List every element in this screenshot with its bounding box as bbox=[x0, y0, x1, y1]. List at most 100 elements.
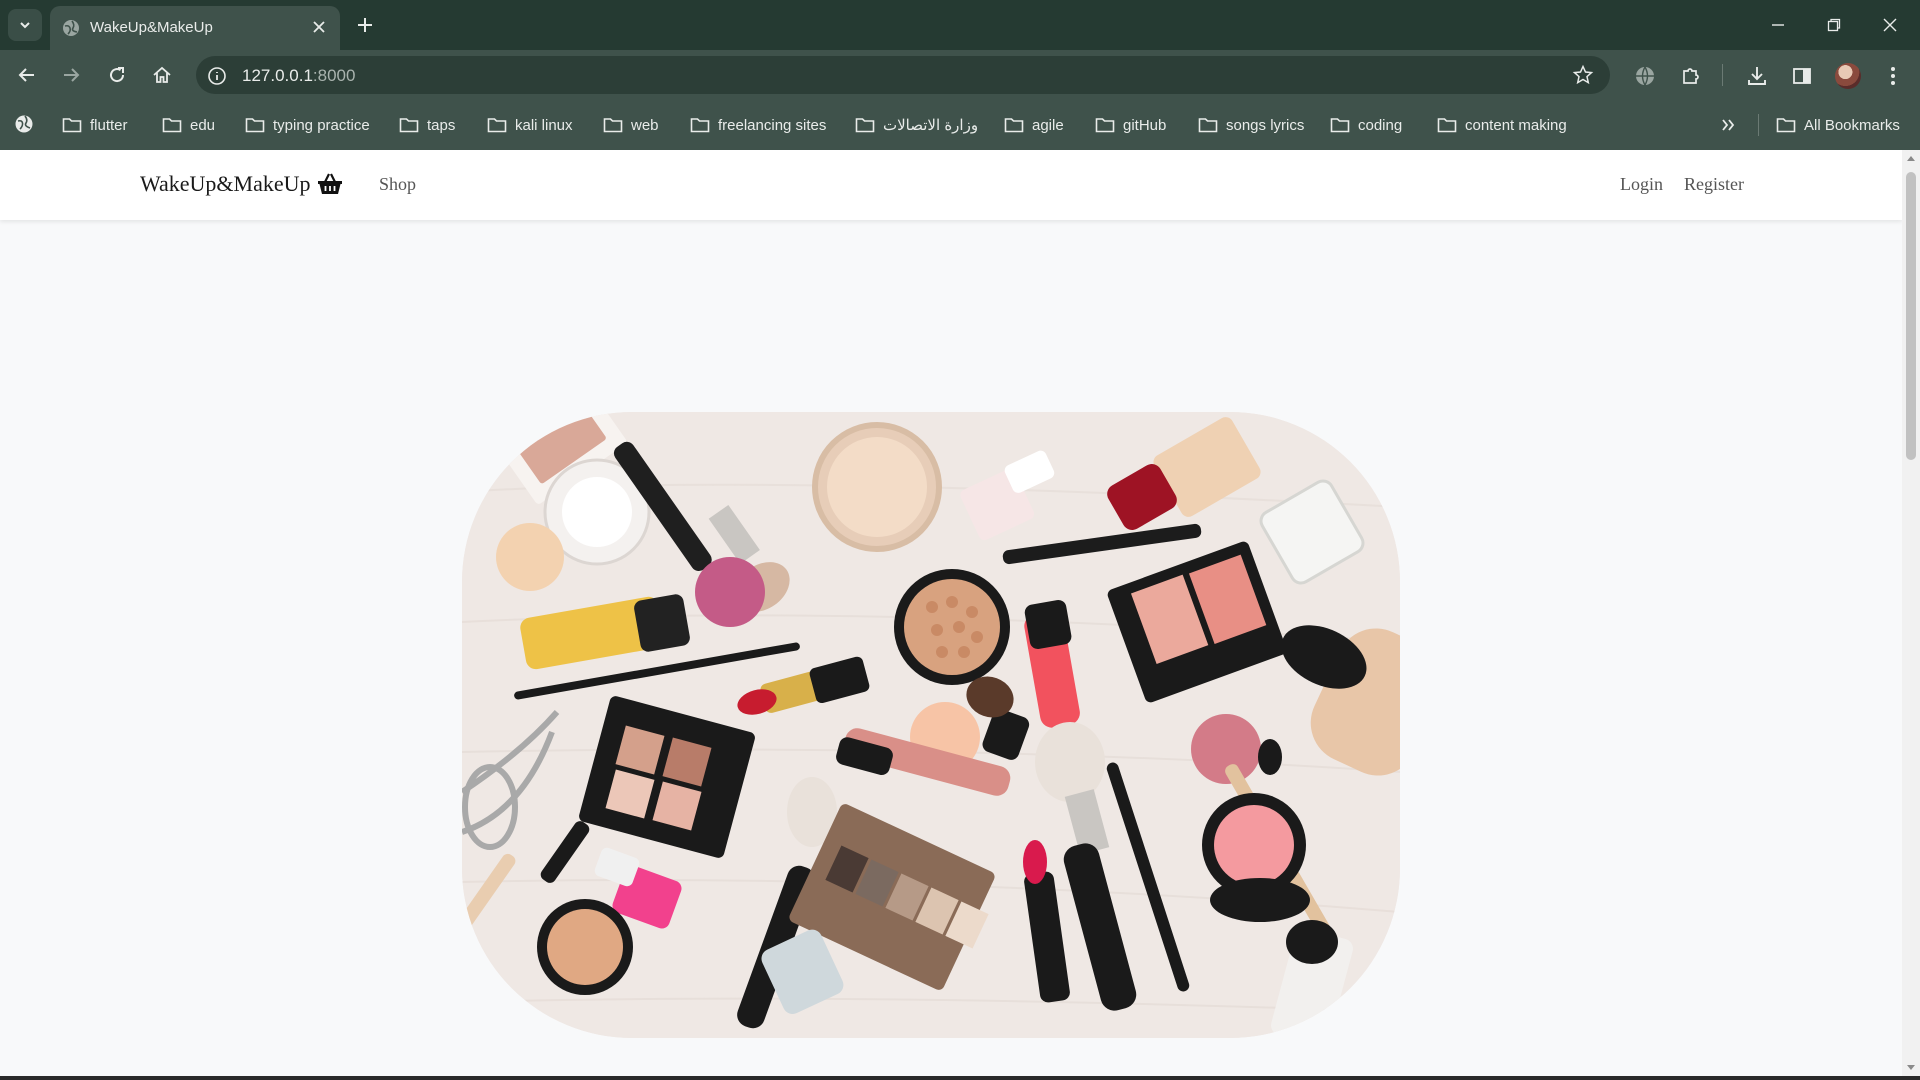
brand-link[interactable]: WakeUp&MakeUp bbox=[140, 171, 343, 197]
tab-strip: WakeUp&MakeUp bbox=[0, 0, 1920, 50]
more-bookmarks-button[interactable] bbox=[1716, 113, 1740, 137]
download-icon bbox=[1748, 67, 1766, 85]
close-window-button[interactable] bbox=[1872, 10, 1908, 40]
bookmark-label: gitHub bbox=[1123, 116, 1167, 134]
page-scrollbar[interactable] bbox=[1902, 150, 1920, 1076]
folder-icon bbox=[1437, 118, 1457, 133]
nav-shop-link[interactable]: Shop bbox=[379, 174, 416, 195]
nav-login-link[interactable]: Login bbox=[1620, 174, 1663, 195]
chevron-double-right-icon bbox=[1722, 119, 1735, 131]
profile-avatar[interactable] bbox=[1835, 63, 1861, 89]
restore-icon bbox=[1827, 18, 1841, 32]
chevron-down-icon bbox=[20, 22, 30, 29]
side-panel-icon bbox=[1793, 68, 1811, 84]
reload-button[interactable] bbox=[102, 61, 132, 89]
close-tab-button[interactable] bbox=[308, 16, 330, 38]
plus-icon bbox=[358, 18, 372, 32]
info-icon[interactable] bbox=[206, 65, 228, 87]
makeup-products-image bbox=[462, 412, 1400, 1038]
bookmark-label: songs lyrics bbox=[1226, 116, 1305, 134]
star-icon[interactable] bbox=[1572, 64, 1594, 86]
extensions-button[interactable] bbox=[1678, 63, 1704, 89]
folder-icon bbox=[62, 118, 82, 133]
active-tab[interactable]: WakeUp&MakeUp bbox=[50, 6, 340, 50]
scrollbar-thumb[interactable] bbox=[1906, 172, 1916, 460]
bookmark-folder[interactable]: agile bbox=[1004, 113, 1064, 137]
bookmark-label: freelancing sites bbox=[718, 116, 827, 134]
tab-title: WakeUp&MakeUp bbox=[90, 19, 213, 36]
home-button[interactable] bbox=[147, 61, 177, 89]
bookmark-folder[interactable]: taps bbox=[399, 113, 455, 137]
folder-icon bbox=[1095, 118, 1115, 133]
forward-button[interactable] bbox=[56, 61, 86, 89]
puzzle-icon bbox=[1683, 68, 1699, 84]
minimize-button[interactable] bbox=[1760, 10, 1796, 40]
bookmark-label: content making bbox=[1465, 116, 1567, 134]
bookmark-label: coding bbox=[1358, 116, 1403, 134]
bookmark-label: typing practice bbox=[273, 116, 370, 134]
bookmark-label: kali linux bbox=[515, 116, 573, 134]
folder-icon bbox=[603, 118, 623, 133]
downloads-button[interactable] bbox=[1744, 63, 1770, 89]
web-page: WakeUp&MakeUp Shop Login Register bbox=[0, 150, 1902, 1076]
folder-icon bbox=[162, 118, 182, 133]
folder-icon bbox=[245, 118, 265, 133]
bookmark-folder[interactable]: coding bbox=[1330, 113, 1402, 137]
bookmark-folder[interactable]: songs lyrics bbox=[1198, 113, 1304, 137]
url-text: 127.0.0.1:8000 bbox=[242, 66, 356, 85]
bookmark-label: web bbox=[631, 116, 659, 134]
bookmark-label: flutter bbox=[90, 116, 128, 134]
bookmarks-divider bbox=[1758, 114, 1759, 136]
translate-button[interactable] bbox=[1632, 63, 1658, 89]
brand-name: WakeUp&MakeUp bbox=[140, 171, 311, 196]
all-bookmarks-folder[interactable]: All Bookmarks bbox=[1776, 113, 1900, 137]
bookmark-folder[interactable]: freelancing sites bbox=[690, 113, 826, 137]
site-navbar: WakeUp&MakeUp Shop Login Register bbox=[0, 150, 1902, 220]
bookmark-folder[interactable]: flutter bbox=[62, 113, 128, 137]
reload-icon bbox=[110, 67, 125, 83]
bookmark-folder[interactable]: gitHub bbox=[1095, 113, 1166, 137]
minimize-icon bbox=[1772, 24, 1784, 26]
bookmark-folder[interactable]: typing practice bbox=[245, 113, 370, 137]
bookmark-label: agile bbox=[1032, 116, 1064, 134]
back-button[interactable] bbox=[12, 61, 42, 89]
window-bottom-edge bbox=[0, 1076, 1920, 1080]
close-icon bbox=[1883, 18, 1897, 32]
new-tab-button[interactable] bbox=[352, 12, 378, 38]
bookmark-folder[interactable]: وزارة الاتصالات bbox=[855, 113, 978, 137]
arrow-left-icon bbox=[18, 68, 34, 82]
folder-icon bbox=[690, 118, 710, 133]
bookmark-folder[interactable]: web bbox=[603, 113, 659, 137]
browser-toolbar: 127.0.0.1:8000 bbox=[0, 50, 1920, 100]
apps-globe-icon[interactable] bbox=[14, 114, 34, 134]
nav-register-link[interactable]: Register bbox=[1684, 174, 1744, 195]
folder-icon bbox=[1198, 118, 1218, 133]
bookmark-folder[interactable]: content making bbox=[1437, 113, 1567, 137]
translate-icon bbox=[1636, 66, 1654, 87]
restore-button[interactable] bbox=[1816, 10, 1852, 40]
side-panel-button[interactable] bbox=[1789, 63, 1815, 89]
bookmark-label: edu bbox=[190, 116, 216, 134]
bookmark-label: وزارة الاتصالات bbox=[883, 117, 979, 134]
address-bar[interactable]: 127.0.0.1:8000 bbox=[196, 56, 1610, 94]
bookmark-folder[interactable]: kali linux bbox=[487, 113, 573, 137]
all-bookmarks-label: All Bookmarks bbox=[1804, 116, 1900, 134]
browser-menu-button[interactable] bbox=[1880, 63, 1906, 89]
home-icon bbox=[153, 66, 171, 83]
more-vertical-icon bbox=[1891, 67, 1895, 85]
scroll-down-arrow-icon[interactable] bbox=[1907, 1065, 1915, 1070]
bookmark-folder[interactable]: edu bbox=[162, 113, 215, 137]
tab-search-button[interactable] bbox=[8, 9, 42, 41]
folder-icon bbox=[1330, 118, 1350, 133]
folder-icon bbox=[855, 118, 875, 133]
close-icon bbox=[313, 21, 325, 33]
arrow-right-icon bbox=[64, 68, 80, 82]
scroll-up-arrow-icon[interactable] bbox=[1907, 156, 1915, 161]
folder-icon bbox=[1004, 118, 1024, 133]
bookmark-label: taps bbox=[427, 116, 456, 134]
bookmarks-bar: flutter edu typing practice taps kali linux w… bbox=[0, 100, 1920, 150]
folder-icon bbox=[487, 118, 507, 133]
folder-icon bbox=[399, 118, 419, 133]
hero-makeup-image bbox=[462, 412, 1400, 1038]
globe-icon bbox=[63, 20, 79, 36]
